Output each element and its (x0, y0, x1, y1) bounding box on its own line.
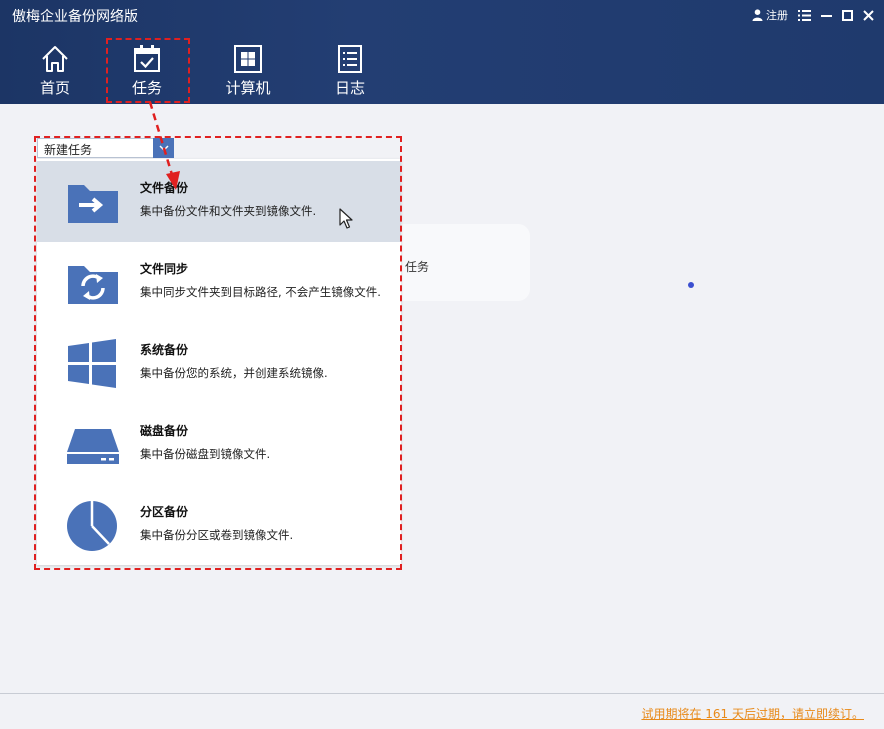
nav-home-label: 首页 (39, 79, 70, 97)
register-button[interactable]: 注册 (752, 6, 788, 24)
pie-partition-icon (67, 501, 117, 551)
menu-item-title: 文件备份 (140, 181, 189, 195)
nav-home[interactable]: 首页 (20, 40, 90, 102)
menu-item-title: 分区备份 (140, 505, 189, 519)
tasks-tab-highlight (106, 38, 190, 103)
renew-trial-link[interactable]: 试用期将在 161 天后过期，请立即续订。 (641, 705, 864, 722)
new-task-dropdown-value: 新建任务 (44, 143, 93, 157)
status-bar: 试用期将在 161 天后过期，请立即续订。 (0, 694, 884, 729)
dropdown-toggle[interactable] (153, 138, 174, 158)
menu-item-file-backup[interactable]: 文件备份 集中备份文件和文件夹到镜像文件. (37, 161, 401, 242)
nav-computer[interactable]: 计算机 (213, 40, 283, 102)
disk-drive-icon (67, 429, 119, 464)
folder-arrow-icon (68, 185, 118, 223)
menu-item-partition-backup[interactable]: 分区备份 集中备份分区或卷到镜像文件. (37, 485, 401, 566)
menu-button[interactable] (798, 6, 811, 24)
menu-item-file-sync[interactable]: 文件同步 集中同步文件夹到目标路径, 不会产生镜像文件. (37, 242, 401, 323)
home-icon (42, 46, 68, 72)
loading-dot (688, 282, 694, 288)
user-icon (752, 9, 763, 21)
new-task-menu: 文件备份 集中备份文件和文件夹到镜像文件. 文件同步 集中同步文件夹到目标路径,… (37, 159, 401, 565)
menu-item-desc: 集中同步文件夹到目标路径, 不会产生镜像文件. (140, 285, 381, 299)
menu-item-disk-backup[interactable]: 磁盘备份 集中备份磁盘到镜像文件. (37, 404, 401, 485)
register-label: 注册 (766, 9, 788, 22)
menu-item-desc: 集中备份您的系统，并创建系统镜像. (140, 366, 328, 380)
maximize-icon (842, 9, 853, 21)
menu-item-title: 文件同步 (140, 262, 189, 276)
chevron-down-icon (158, 144, 169, 151)
nav-log[interactable]: 日志 (315, 40, 385, 102)
menu-item-desc: 集中备份分区或卷到镜像文件. (140, 528, 294, 542)
menu-item-title: 系统备份 (140, 343, 189, 357)
nav-computer-label: 计算机 (225, 79, 271, 97)
windows-logo-icon (68, 339, 116, 388)
app-title: 傲梅企业备份网络版 (12, 9, 138, 25)
close-icon (863, 9, 874, 21)
new-task-dropdown[interactable]: 新建任务 (37, 138, 174, 158)
log-list-icon (338, 45, 362, 73)
menu-item-title: 磁盘备份 (140, 424, 189, 438)
menu-item-system-backup[interactable]: 系统备份 集中备份您的系统，并创建系统镜像. (37, 323, 401, 404)
menu-item-desc: 集中备份文件和文件夹到镜像文件. (140, 204, 317, 218)
windows-computer-icon (234, 45, 262, 73)
window-controls: 注册 (742, 6, 874, 24)
background-card-text: 任务 (405, 260, 430, 274)
close-button[interactable] (863, 6, 874, 24)
folder-sync-icon (68, 266, 118, 304)
minimize-icon (821, 14, 832, 17)
minimize-button[interactable] (821, 6, 832, 24)
nav-log-label: 日志 (334, 79, 365, 97)
menu-list-icon (798, 9, 811, 21)
menu-item-desc: 集中备份磁盘到镜像文件. (140, 447, 271, 461)
maximize-button[interactable] (842, 6, 853, 24)
